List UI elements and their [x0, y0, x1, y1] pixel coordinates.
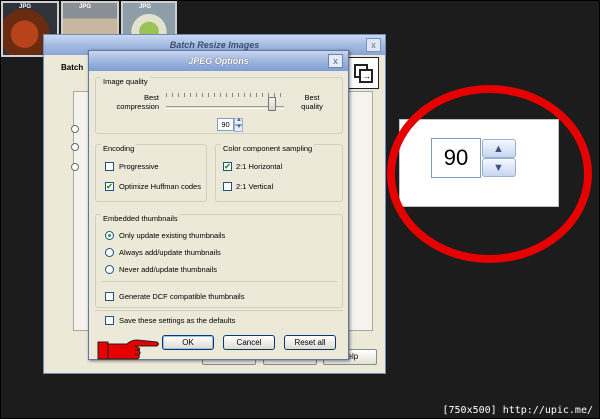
progressive-checkbox[interactable] — [105, 162, 114, 171]
radio-option[interactable] — [71, 125, 79, 133]
quality-input[interactable]: 90 — [217, 118, 234, 131]
dialog-title: JPEG Options — [89, 51, 348, 71]
huffman-label: Optimize Huffman codes — [119, 182, 201, 191]
only-update-label: Only update existing thumbnails — [119, 231, 226, 240]
huffman-checkbox[interactable]: ✔ — [105, 182, 114, 191]
highlight-circle — [387, 85, 592, 263]
color-sampling-group: Color component sampling — [215, 144, 343, 202]
always-add-radio[interactable] — [105, 248, 114, 257]
best-quality-label: Best quality — [301, 93, 323, 111]
encoding-group: Encoding — [95, 144, 207, 202]
save-defaults-label: Save these settings as the defaults — [119, 316, 236, 325]
screen-background: JPG JPG JPG Batch Resize Images x Batch … — [0, 0, 600, 419]
cancel-button[interactable]: Cancel — [223, 335, 275, 350]
divider — [95, 310, 343, 311]
quality-slider-thumb[interactable] — [268, 97, 277, 111]
horizontal-sampling-label: 2:1 Horizontal — [236, 162, 283, 171]
group-label: Image quality — [101, 77, 150, 86]
thumbnail-tag: JPG — [139, 4, 152, 10]
progressive-label: Progressive — [119, 162, 159, 171]
slider-ticks — [166, 93, 284, 97]
window-heading: Batch — [61, 63, 84, 72]
best-compression-label: Best compression — [116, 93, 159, 111]
pointing-hand-icon — [97, 339, 159, 360]
thumbnail-tag: JPG — [79, 4, 92, 10]
radio-option[interactable] — [71, 163, 79, 171]
dcf-checkbox[interactable] — [105, 292, 114, 301]
horizontal-sampling-checkbox[interactable]: ✔ — [223, 162, 232, 171]
never-add-label: Never add/update thumbnails — [119, 265, 217, 274]
quality-slider-track[interactable] — [166, 106, 284, 109]
group-label: Encoding — [101, 144, 137, 153]
save-defaults-checkbox[interactable] — [105, 316, 114, 325]
jpeg-options-dialog: JPEG Options x Image quality Best compre… — [88, 50, 349, 360]
radio-option[interactable] — [71, 143, 79, 151]
group-label: Color component sampling — [221, 144, 315, 153]
group-label: Embedded thumbnails — [101, 214, 180, 223]
divider — [101, 281, 337, 282]
dcf-label: Generate DCF compatible thumbnails — [119, 292, 245, 301]
never-add-radio[interactable] — [105, 265, 114, 274]
ok-button[interactable]: OK — [162, 335, 214, 350]
reset-all-button[interactable]: Reset all — [284, 335, 336, 350]
always-add-label: Always add/update thumbnails — [119, 248, 221, 257]
resize-mode-icon[interactable]: → — [347, 57, 379, 89]
spin-down-button[interactable]: ▼ — [234, 124, 243, 132]
dialog-close-button[interactable]: x — [328, 54, 343, 68]
watermark: [750x500] http://upic.me/ — [442, 405, 593, 416]
only-update-radio[interactable] — [105, 231, 114, 240]
thumbnail-tag: JPG — [19, 4, 32, 10]
vertical-sampling-label: 2:1 Vertical — [236, 182, 274, 191]
close-button[interactable]: x — [366, 38, 381, 52]
vertical-sampling-checkbox[interactable] — [223, 182, 232, 191]
